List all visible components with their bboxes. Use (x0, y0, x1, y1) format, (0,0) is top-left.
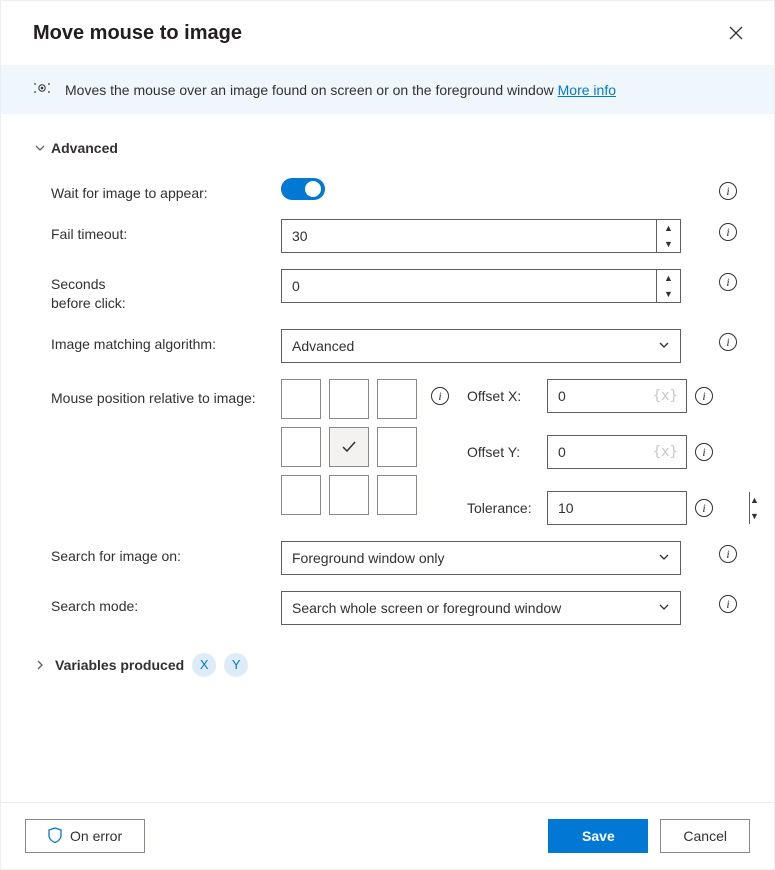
pos-middle-center[interactable] (329, 427, 369, 467)
tolerance-label: Tolerance: (467, 500, 539, 516)
info-bar: Moves the mouse over an image found on s… (1, 65, 774, 114)
spinner-up[interactable]: ▲ (750, 492, 759, 508)
pos-bottom-right[interactable] (377, 475, 417, 515)
offset-y-input[interactable] (556, 443, 653, 461)
spinner-up[interactable]: ▲ (657, 220, 680, 236)
info-icon[interactable] (695, 443, 713, 461)
image-matching-label: Image matching algorithm: (33, 329, 269, 354)
spinner-arrows: ▲ ▼ (656, 220, 680, 252)
dialog-footer: On error Save Cancel (1, 802, 774, 869)
offset-y-label: Offset Y: (467, 444, 539, 460)
chevron-down-icon (658, 600, 670, 616)
pos-middle-right[interactable] (377, 427, 417, 467)
dialog-title: Move mouse to image (33, 22, 242, 45)
pos-middle-left[interactable] (281, 427, 321, 467)
row-search-mode: Search mode: Search whole screen or fore… (33, 583, 742, 633)
row-fail-timeout: Fail timeout: ▲ ▼ (33, 211, 742, 261)
spinner-down[interactable]: ▼ (750, 508, 759, 524)
variables-produced-section[interactable]: Variables produced X Y (33, 653, 742, 677)
variables-produced-label: Variables produced (55, 657, 184, 673)
close-icon (729, 26, 743, 40)
cancel-label: Cancel (683, 828, 727, 844)
row-image-matching: Image matching algorithm: Advanced (33, 321, 742, 371)
search-mode-label: Search mode: (33, 591, 269, 616)
info-icon[interactable] (719, 595, 737, 613)
spinner-arrows: ▲ ▼ (656, 270, 680, 302)
position-grid (281, 379, 417, 515)
seconds-before-click-spinner[interactable]: ▲ ▼ (281, 269, 681, 303)
variable-y-pill[interactable]: Y (224, 653, 248, 677)
offset-y-field[interactable]: {x} (547, 435, 687, 469)
move-mouse-to-image-dialog: Move mouse to image Moves the mouse over… (0, 0, 775, 870)
info-icon[interactable] (695, 387, 713, 405)
row-mouse-position: Mouse position relative to image: (33, 371, 742, 533)
variable-x-pill[interactable]: X (192, 653, 216, 677)
image-matching-value: Advanced (292, 338, 658, 354)
dialog-header: Move mouse to image (1, 1, 774, 65)
chevron-down-icon (658, 338, 670, 354)
image-matching-select[interactable]: Advanced (281, 329, 681, 363)
fail-timeout-label: Fail timeout: (33, 219, 269, 244)
shield-icon (48, 827, 62, 846)
info-text: Moves the mouse over an image found on s… (65, 82, 616, 98)
chevron-down-icon (33, 141, 47, 155)
spinner-down[interactable]: ▼ (657, 286, 680, 302)
row-wait-for-image: Wait for image to appear: (33, 170, 742, 211)
dialog-body: Advanced Wait for image to appear: Fail … (1, 114, 774, 802)
info-icon[interactable] (719, 333, 737, 351)
advanced-section-header[interactable]: Advanced (33, 140, 742, 156)
toggle-knob (305, 181, 321, 197)
info-icon[interactable] (719, 545, 737, 563)
mouse-target-icon (33, 79, 51, 100)
seconds-before-click-input[interactable] (282, 270, 656, 302)
search-on-value: Foreground window only (292, 550, 658, 566)
chevron-right-icon (33, 658, 47, 672)
row-seconds-before-click: Seconds before click: ▲ ▼ (33, 261, 742, 321)
mouse-position-label: Mouse position relative to image: (33, 379, 269, 408)
offset-x-label: Offset X: (467, 388, 539, 404)
fail-timeout-input[interactable] (282, 220, 656, 252)
spinner-up[interactable]: ▲ (657, 270, 680, 286)
offset-x-input[interactable] (556, 387, 653, 405)
pos-bottom-left[interactable] (281, 475, 321, 515)
pos-top-left[interactable] (281, 379, 321, 419)
save-button[interactable]: Save (548, 819, 648, 853)
cancel-button[interactable]: Cancel (660, 819, 750, 853)
tolerance-input[interactable] (548, 492, 749, 524)
on-error-button[interactable]: On error (25, 819, 145, 853)
search-mode-value: Search whole screen or foreground window (292, 600, 658, 616)
pos-top-center[interactable] (329, 379, 369, 419)
on-error-label: On error (70, 828, 122, 844)
save-label: Save (582, 828, 615, 844)
more-info-link[interactable]: More info (558, 82, 616, 98)
search-mode-select[interactable]: Search whole screen or foreground window (281, 591, 681, 625)
pos-bottom-center[interactable] (329, 475, 369, 515)
variable-badge[interactable]: {x} (653, 444, 678, 460)
row-search-on: Search for image on: Foreground window o… (33, 533, 742, 583)
check-icon (340, 438, 358, 456)
info-icon[interactable] (719, 182, 737, 200)
tolerance-spinner[interactable]: ▲ ▼ (547, 491, 687, 525)
fail-timeout-spinner[interactable]: ▲ ▼ (281, 219, 681, 253)
close-button[interactable] (722, 19, 750, 47)
info-icon[interactable] (719, 273, 737, 291)
pos-top-right[interactable] (377, 379, 417, 419)
info-icon[interactable] (719, 223, 737, 241)
search-on-select[interactable]: Foreground window only (281, 541, 681, 575)
chevron-down-icon (658, 550, 670, 566)
variable-badge[interactable]: {x} (653, 388, 678, 404)
wait-for-image-label: Wait for image to appear: (33, 178, 269, 203)
seconds-before-click-label: Seconds before click: (33, 269, 269, 313)
advanced-label: Advanced (51, 140, 118, 156)
spinner-down[interactable]: ▼ (657, 236, 680, 252)
search-on-label: Search for image on: (33, 541, 269, 566)
info-icon[interactable] (431, 387, 449, 405)
spinner-arrows: ▲ ▼ (749, 492, 759, 524)
wait-for-image-toggle[interactable] (281, 178, 325, 200)
info-icon[interactable] (695, 499, 713, 517)
offset-x-field[interactable]: {x} (547, 379, 687, 413)
